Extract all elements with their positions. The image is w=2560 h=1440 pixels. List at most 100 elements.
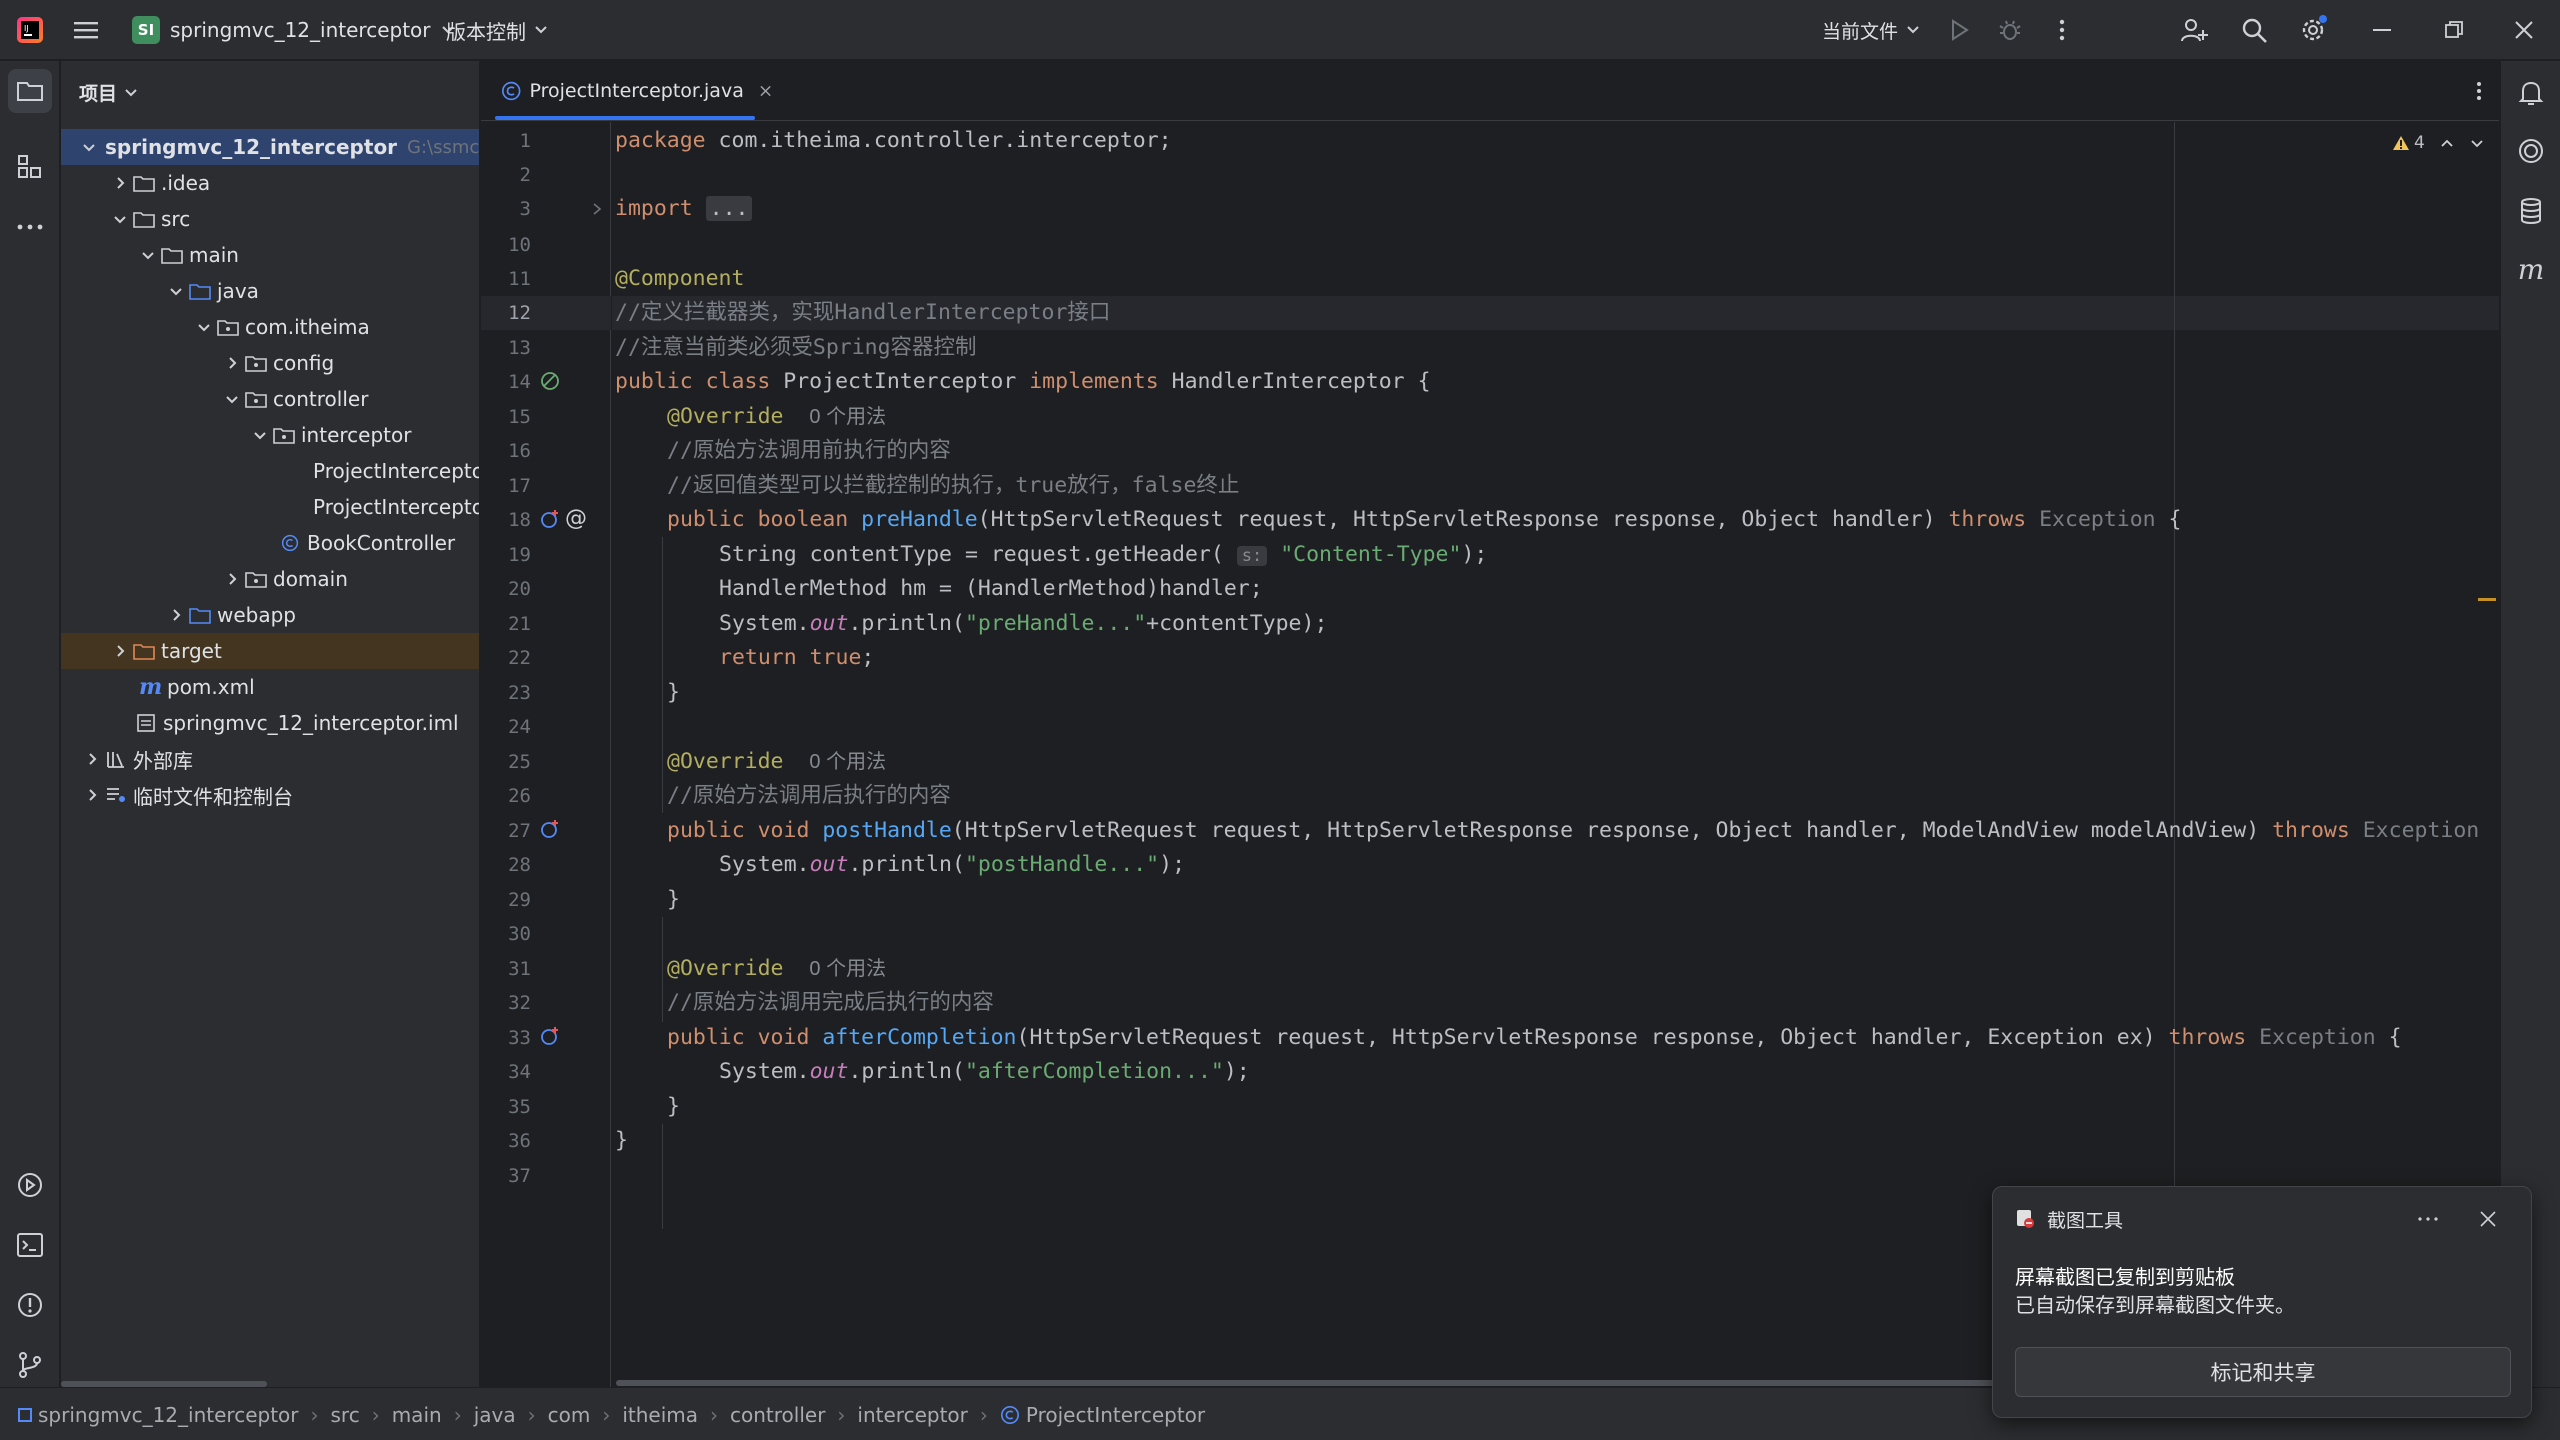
line-number: 27 [508, 820, 531, 842]
code-token: (HttpServletRequest request, HttpServlet… [1016, 1025, 2169, 1050]
breadcrumb-item[interactable]: controller [730, 1403, 825, 1427]
tree-item-label: ProjectIntercepto [313, 459, 480, 483]
tree-item-iml[interactable]: springmvc_12_interceptor.iml [61, 705, 479, 741]
main-menu-icon[interactable] [72, 16, 100, 44]
notification-more-icon[interactable] [2413, 1205, 2443, 1233]
breadcrumb-item[interactable]: springmvc_12_interceptor [38, 1403, 299, 1427]
restore-icon[interactable] [2440, 16, 2468, 44]
breadcrumb-item[interactable]: itheima [622, 1403, 698, 1427]
tree-item-project-interceptor-2[interactable]: ProjectIntercepto [61, 489, 480, 525]
git-tool-icon[interactable] [14, 1349, 46, 1381]
settings-icon[interactable] [2296, 12, 2330, 46]
tab-project-interceptor[interactable]: ProjectInterceptor.java [481, 61, 771, 121]
fold-chevron-icon[interactable] [591, 198, 603, 220]
more-actions-icon[interactable] [2048, 16, 2076, 44]
implements-method-icon[interactable] [539, 818, 561, 840]
breadcrumb-item[interactable]: com [548, 1403, 591, 1427]
usage-hint[interactable]: 0 个用法 [809, 958, 886, 980]
project-switcher[interactable]: SI springmvc_12_interceptor [132, 14, 455, 46]
project-tool-icon[interactable] [8, 69, 52, 113]
maven-icon[interactable]: m [2515, 253, 2547, 286]
chevron-down-icon [251, 426, 269, 444]
tree-root[interactable]: springmvc_12_interceptor G:\ssmcode [61, 129, 479, 165]
search-icon[interactable] [2238, 14, 2270, 46]
database-icon[interactable] [2515, 195, 2547, 227]
line-number: 35 [508, 1096, 531, 1118]
chevron-right-icon [83, 750, 101, 768]
code-token: throws [1948, 507, 2027, 532]
code-token: public void [667, 1025, 810, 1050]
run-config-selector[interactable]: 当前文件 [1822, 14, 1920, 46]
implements-method-icon[interactable] [539, 1025, 561, 1047]
tree-item-pom[interactable]: m pom.xml [61, 669, 479, 705]
close-tab-icon[interactable] [760, 85, 771, 97]
problems-tool-icon[interactable] [14, 1289, 46, 1321]
tree-item-controller[interactable]: controller [61, 381, 479, 417]
minimize-icon[interactable] [2368, 16, 2396, 44]
folded-imports[interactable]: ... [705, 196, 753, 221]
breadcrumb-item[interactable]: java [474, 1403, 516, 1427]
tree-item-label: springmvc_12_interceptor.iml [163, 711, 459, 735]
breadcrumb-item[interactable]: main [392, 1403, 442, 1427]
ai-assistant-icon[interactable] [2515, 135, 2547, 167]
chevron-down-icon[interactable] [2471, 139, 2483, 148]
tree-item-domain[interactable]: domain [61, 561, 479, 597]
tree-item-interceptor[interactable]: interceptor [61, 417, 479, 453]
code-token: implements [1029, 369, 1159, 394]
folder-icon [133, 212, 155, 228]
terminal-tool-icon[interactable] [14, 1229, 46, 1261]
breadcrumb-item[interactable]: ProjectInterceptor [1026, 1403, 1205, 1427]
tree-item-label: ProjectIntercepto [313, 495, 480, 519]
error-stripe-marker[interactable] [2478, 598, 2496, 601]
project-view-selector[interactable]: 项目 [79, 77, 137, 107]
breadcrumb-separator: › [371, 1403, 380, 1427]
horizontal-scrollbar[interactable] [616, 1380, 2006, 1386]
mark-and-share-button[interactable]: 标记和共享 [2015, 1347, 2511, 1397]
breadcrumb-separator: › [710, 1403, 718, 1427]
tree-item-book-controller[interactable]: BookController [61, 525, 479, 561]
breadcrumb-separator: › [453, 1403, 462, 1427]
notifications-icon[interactable] [2515, 77, 2547, 109]
vcs-menu[interactable]: 版本控制 [446, 14, 548, 46]
code-line: package com.itheima.controller.intercept… [615, 124, 1172, 158]
intellij-logo-icon[interactable]: IJ [14, 14, 46, 46]
debug-icon[interactable] [1996, 16, 2024, 44]
usage-hint[interactable]: 0 个用法 [809, 406, 886, 428]
line-number: 34 [508, 1061, 531, 1083]
close-window-icon[interactable] [2510, 16, 2538, 44]
structure-tool-icon[interactable] [14, 151, 46, 183]
mapping-at-icon[interactable]: @ [565, 506, 587, 531]
code-token: System. [719, 1059, 810, 1084]
code-token: postHandle [822, 818, 952, 843]
run-icon[interactable] [1946, 16, 1974, 44]
breadcrumb-item[interactable]: interceptor [857, 1403, 967, 1427]
tab-options-icon[interactable] [2471, 79, 2487, 103]
tree-item-scratches[interactable]: 临时文件和控制台 [61, 777, 479, 813]
tree-item-java[interactable]: java [61, 273, 479, 309]
chevron-up-icon[interactable] [2441, 139, 2453, 148]
tree-item-webapp[interactable]: webapp [61, 597, 479, 633]
tree-item-project-interceptor-1[interactable]: ProjectIntercepto [61, 453, 480, 489]
notification-title: 屏幕截图已复制到剪贴板 [2015, 1265, 2235, 1289]
tree-item-src[interactable]: src [61, 201, 479, 237]
line-number: 10 [508, 234, 531, 256]
tree-item-target[interactable]: target [61, 633, 479, 669]
breadcrumb-item[interactable]: src [331, 1403, 360, 1427]
tree-item-config[interactable]: config [61, 345, 479, 381]
notification-close-icon[interactable] [2473, 1205, 2503, 1233]
tree-item-idea[interactable]: .idea [61, 165, 479, 201]
tree-item-external-libraries[interactable]: 外部库 [61, 741, 479, 777]
services-tool-icon[interactable] [14, 1169, 46, 1201]
add-user-icon[interactable] [2178, 14, 2210, 46]
more-tools-icon[interactable] [14, 211, 46, 243]
inspection-widget[interactable]: 4 [2392, 130, 2483, 156]
spring-bean-icon[interactable] [539, 370, 561, 392]
tree-item-label: domain [273, 567, 348, 591]
code-line: public boolean preHandle(HttpServletRequ… [667, 503, 2182, 537]
code-line: String contentType = request.getHeader( … [719, 538, 1487, 572]
tree-item-com-itheima[interactable]: com.itheima [61, 309, 479, 345]
tree-item-main[interactable]: main [61, 237, 479, 273]
usage-hint[interactable]: 0 个用法 [809, 751, 886, 773]
breadcrumb-separator: › [527, 1403, 536, 1427]
implements-method-icon[interactable] [539, 508, 561, 530]
